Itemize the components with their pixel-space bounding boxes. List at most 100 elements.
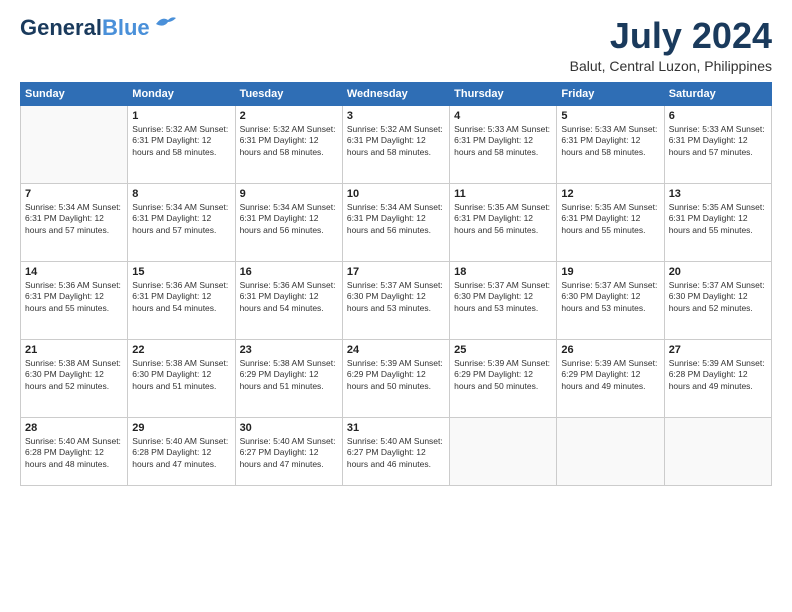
day-number: 20 [669,266,767,278]
day-number: 10 [347,188,445,200]
logo: GeneralBlue [20,16,176,40]
day-number: 9 [240,188,338,200]
day-info: Sunrise: 5:40 AM Sunset: 6:28 PM Dayligh… [25,436,123,470]
calendar-cell-1-4: 3 Sunrise: 5:32 AM Sunset: 6:31 PM Daylig… [342,105,449,183]
day-number: 18 [454,266,552,278]
header-monday: Monday [128,82,235,105]
day-number: 8 [132,188,230,200]
calendar-cell-3-3: 16 Sunrise: 5:36 AM Sunset: 6:31 PM Dayli… [235,261,342,339]
calendar-cell-5-1: 28 Sunrise: 5:40 AM Sunset: 6:28 PM Dayli… [21,417,128,485]
calendar-page: GeneralBlue July 2024 Balut, Central Luz… [0,0,792,612]
day-number: 6 [669,110,767,122]
calendar-cell-3-1: 14Sunrise: 5:36 AM Sunset: 6:31 PM Dayli… [21,261,128,339]
day-number: 17 [347,266,445,278]
calendar-cell-1-1 [21,105,128,183]
calendar-cell-5-2: 29 Sunrise: 5:40 AM Sunset: 6:28 PM Dayli… [128,417,235,485]
calendar-cell-4-4: 24Sunrise: 5:39 AM Sunset: 6:29 PM Dayli… [342,339,449,417]
calendar-cell-4-1: 21Sunrise: 5:38 AM Sunset: 6:30 PM Dayli… [21,339,128,417]
calendar-cell-2-2: 8Sunrise: 5:34 AM Sunset: 6:31 PM Daylig… [128,183,235,261]
day-number: 25 [454,344,552,356]
day-number: 27 [669,344,767,356]
calendar-cell-1-3: 2 Sunrise: 5:32 AM Sunset: 6:31 PM Daylig… [235,105,342,183]
day-info: Sunrise: 5:39 AM Sunset: 6:29 PM Dayligh… [561,358,659,392]
day-info: Sunrise: 5:39 AM Sunset: 6:29 PM Dayligh… [454,358,552,392]
calendar-cell-4-5: 25 Sunrise: 5:39 AM Sunset: 6:29 PM Dayli… [450,339,557,417]
calendar-cell-2-5: 11Sunrise: 5:35 AM Sunset: 6:31 PM Dayli… [450,183,557,261]
day-info: Sunrise: 5:40 AM Sunset: 6:27 PM Dayligh… [347,436,445,470]
header-friday: Friday [557,82,664,105]
calendar-cell-4-2: 22 Sunrise: 5:38 AM Sunset: 6:30 PM Dayli… [128,339,235,417]
calendar-cell-5-3: 30 Sunrise: 5:40 AM Sunset: 6:27 PM Dayli… [235,417,342,485]
day-info: Sunrise: 5:37 AM Sunset: 6:30 PM Dayligh… [347,280,445,314]
header-tuesday: Tuesday [235,82,342,105]
day-info: Sunrise: 5:34 AM Sunset: 6:31 PM Dayligh… [25,202,123,236]
day-info: Sunrise: 5:40 AM Sunset: 6:27 PM Dayligh… [240,436,338,470]
calendar-table: Sunday Monday Tuesday Wednesday Thursday… [20,82,772,486]
day-number: 22 [132,344,230,356]
day-info: Sunrise: 5:34 AM Sunset: 6:31 PM Dayligh… [240,202,338,236]
day-number: 14 [25,266,123,278]
day-info: Sunrise: 5:38 AM Sunset: 6:30 PM Dayligh… [25,358,123,392]
calendar-cell-2-7: 13 Sunrise: 5:35 AM Sunset: 6:31 PM Dayli… [664,183,771,261]
calendar-cell-2-4: 10 Sunrise: 5:34 AM Sunset: 6:31 PM Dayli… [342,183,449,261]
week-row-1: 1 Sunrise: 5:32 AM Sunset: 6:31 PM Daylig… [21,105,772,183]
header-saturday: Saturday [664,82,771,105]
calendar-cell-5-7 [664,417,771,485]
day-info: Sunrise: 5:37 AM Sunset: 6:30 PM Dayligh… [561,280,659,314]
day-info: Sunrise: 5:35 AM Sunset: 6:31 PM Dayligh… [454,202,552,236]
day-info: Sunrise: 5:38 AM Sunset: 6:30 PM Dayligh… [132,358,230,392]
week-row-4: 21Sunrise: 5:38 AM Sunset: 6:30 PM Dayli… [21,339,772,417]
calendar-cell-5-5 [450,417,557,485]
day-info: Sunrise: 5:39 AM Sunset: 6:28 PM Dayligh… [669,358,767,392]
calendar-cell-1-5: 4 Sunrise: 5:33 AM Sunset: 6:31 PM Daylig… [450,105,557,183]
calendar-cell-3-5: 18 Sunrise: 5:37 AM Sunset: 6:30 PM Dayli… [450,261,557,339]
day-info: Sunrise: 5:35 AM Sunset: 6:31 PM Dayligh… [561,202,659,236]
day-number: 1 [132,110,230,122]
calendar-cell-2-6: 12 Sunrise: 5:35 AM Sunset: 6:31 PM Dayli… [557,183,664,261]
day-number: 7 [25,188,123,200]
header-wednesday: Wednesday [342,82,449,105]
calendar-cell-5-6 [557,417,664,485]
day-info: Sunrise: 5:39 AM Sunset: 6:29 PM Dayligh… [347,358,445,392]
calendar-cell-4-3: 23Sunrise: 5:38 AM Sunset: 6:29 PM Dayli… [235,339,342,417]
day-number: 26 [561,344,659,356]
day-number: 30 [240,422,338,434]
day-info: Sunrise: 5:33 AM Sunset: 6:31 PM Dayligh… [454,124,552,158]
day-number: 4 [454,110,552,122]
week-row-3: 14 Sunrise: 5:36 AM Sunset: 6:31 PM Dayli… [21,261,772,339]
calendar-cell-1-7: 6 Sunrise: 5:33 AM Sunset: 6:31 PM Daylig… [664,105,771,183]
day-number: 3 [347,110,445,122]
day-info: Sunrise: 5:33 AM Sunset: 6:31 PM Dayligh… [561,124,659,158]
calendar-cell-3-4: 17 Sunrise: 5:37 AM Sunset: 6:30 PM Dayli… [342,261,449,339]
day-info: Sunrise: 5:40 AM Sunset: 6:28 PM Dayligh… [132,436,230,470]
calendar-cell-2-1: 7 Sunrise: 5:34 AM Sunset: 6:31 PM Daylig… [21,183,128,261]
day-number: 19 [561,266,659,278]
calendar-cell-1-2: 1 Sunrise: 5:32 AM Sunset: 6:31 PM Daylig… [128,105,235,183]
week-row-5: 28 Sunrise: 5:40 AM Sunset: 6:28 PM Dayli… [21,417,772,485]
day-info: Sunrise: 5:34 AM Sunset: 6:31 PM Dayligh… [347,202,445,236]
day-info: Sunrise: 5:36 AM Sunset: 6:31 PM Dayligh… [240,280,338,314]
day-info: Sunrise: 5:36 AM Sunset: 6:31 PM Dayligh… [132,280,230,314]
day-number: 5 [561,110,659,122]
location-subtitle: Balut, Central Luzon, Philippines [570,58,772,74]
day-info: Sunrise: 5:32 AM Sunset: 6:31 PM Dayligh… [240,124,338,158]
day-number: 29 [132,422,230,434]
day-info: Sunrise: 5:32 AM Sunset: 6:31 PM Dayligh… [132,124,230,158]
day-number: 2 [240,110,338,122]
day-info: Sunrise: 5:33 AM Sunset: 6:31 PM Dayligh… [669,124,767,158]
calendar-cell-3-7: 20Sunrise: 5:37 AM Sunset: 6:30 PM Dayli… [664,261,771,339]
day-number: 28 [25,422,123,434]
day-number: 16 [240,266,338,278]
day-info: Sunrise: 5:32 AM Sunset: 6:31 PM Dayligh… [347,124,445,158]
title-section: July 2024 Balut, Central Luzon, Philippi… [570,16,772,74]
header-thursday: Thursday [450,82,557,105]
week-row-2: 7 Sunrise: 5:34 AM Sunset: 6:31 PM Daylig… [21,183,772,261]
day-number: 15 [132,266,230,278]
day-number: 13 [669,188,767,200]
day-info: Sunrise: 5:37 AM Sunset: 6:30 PM Dayligh… [454,280,552,314]
day-info: Sunrise: 5:35 AM Sunset: 6:31 PM Dayligh… [669,202,767,236]
day-number: 12 [561,188,659,200]
weekday-header-row: Sunday Monday Tuesday Wednesday Thursday… [21,82,772,105]
calendar-cell-3-6: 19 Sunrise: 5:37 AM Sunset: 6:30 PM Dayli… [557,261,664,339]
logo-bird-icon [154,14,176,32]
